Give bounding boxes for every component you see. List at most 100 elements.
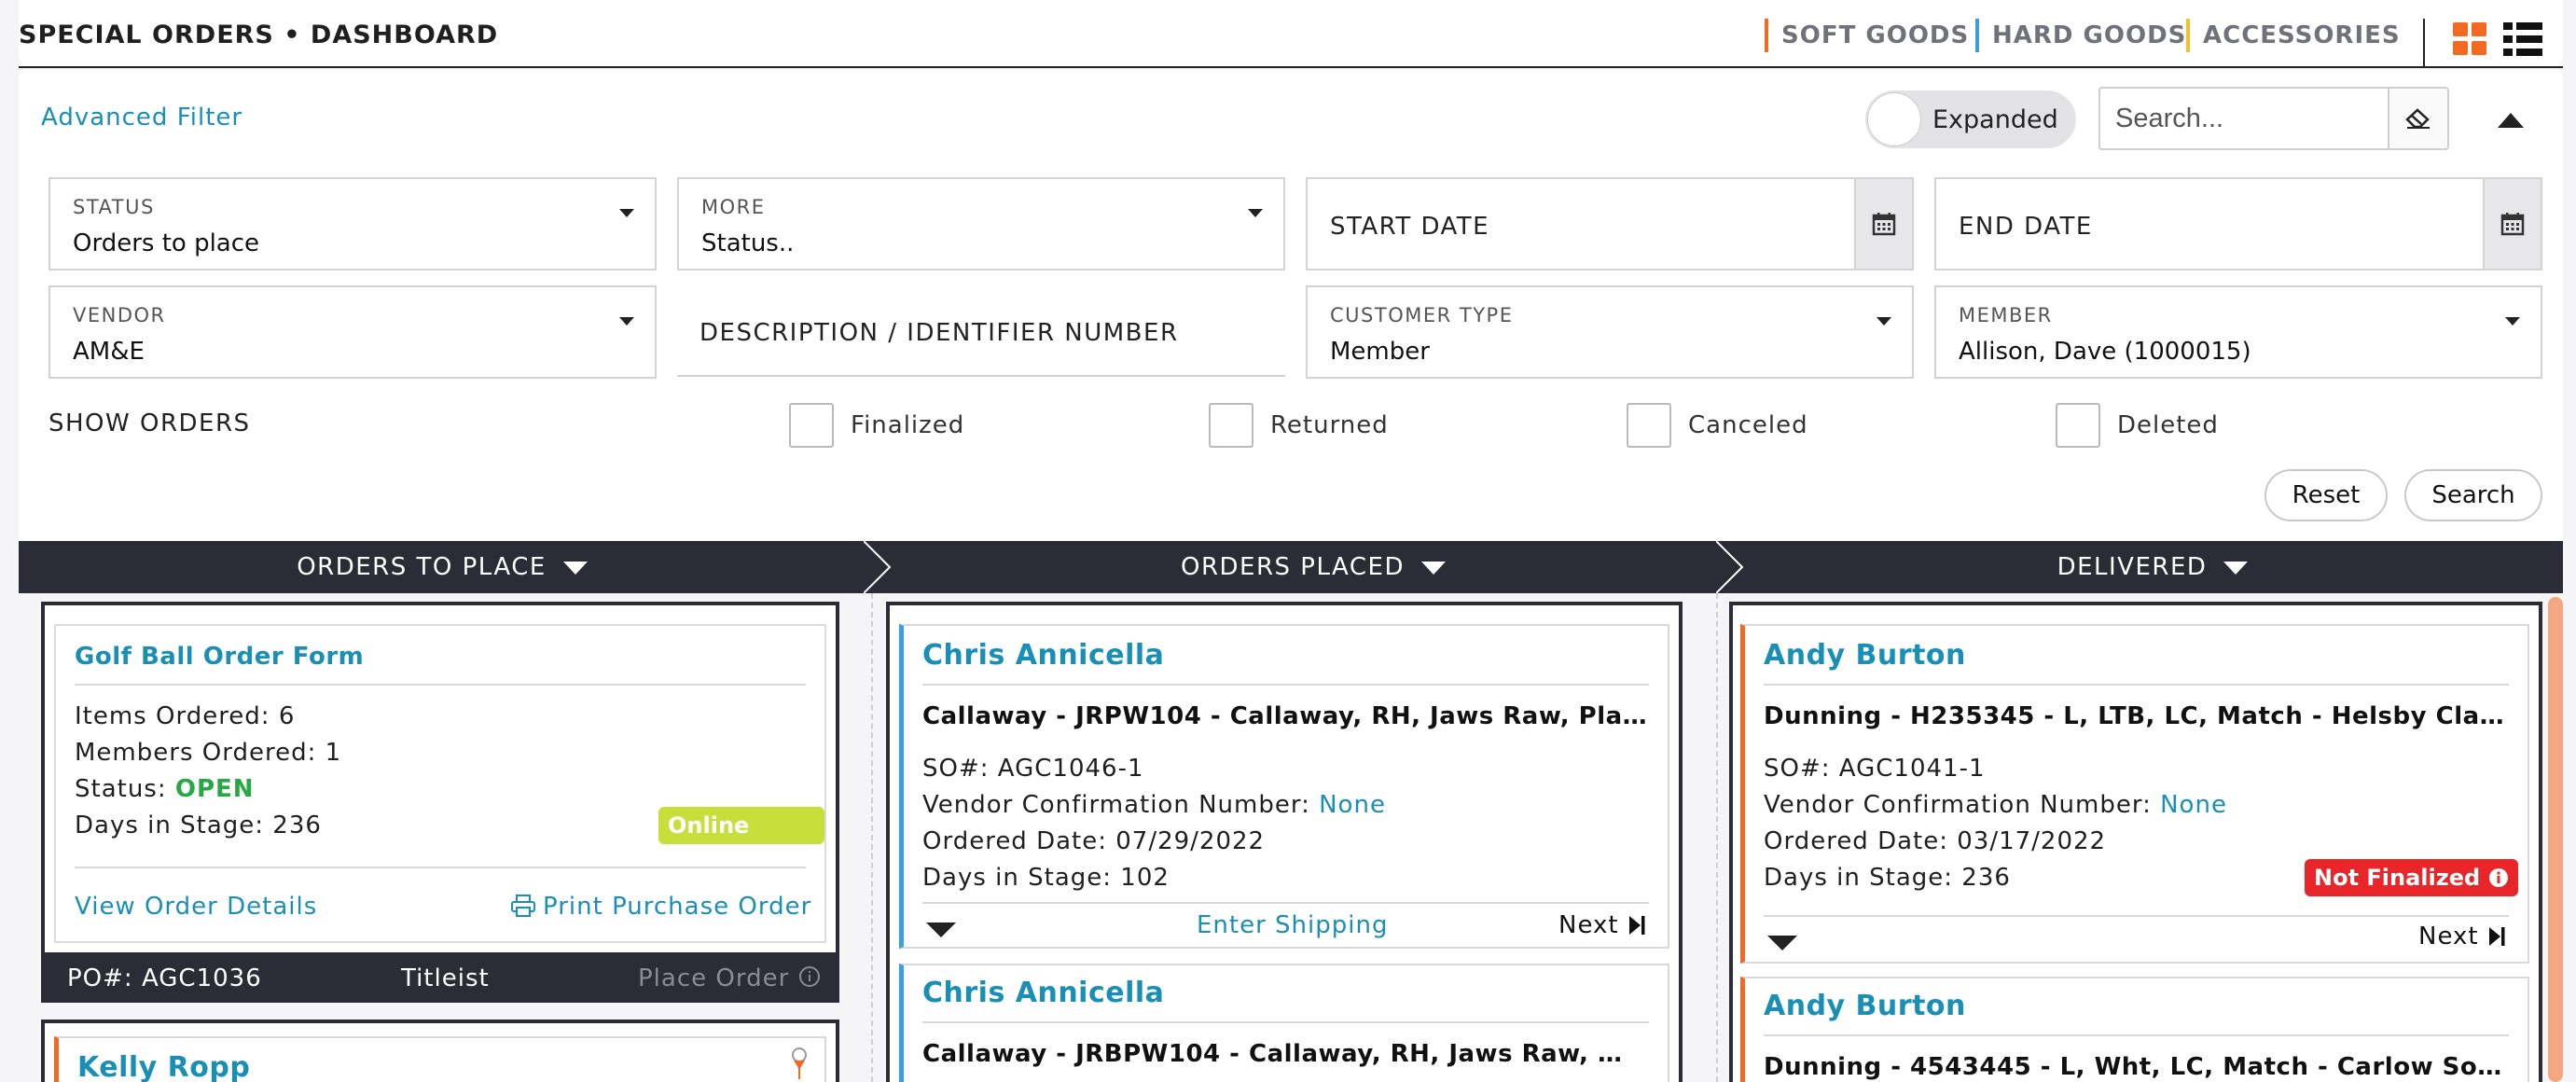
divider [922, 902, 1649, 904]
po-vendor: Titleist [401, 964, 490, 992]
vendor-select[interactable]: VENDOR AM&E [48, 285, 657, 379]
vcn-label: Vendor Confirmation Number: [1764, 791, 2161, 819]
divider [1764, 915, 2509, 917]
chevron-down-icon [1877, 317, 1891, 326]
place-order-button[interactable]: Place Order [638, 964, 821, 992]
customer-name[interactable]: Kelly Ropp [77, 1051, 250, 1082]
chevron-down-icon [619, 317, 634, 326]
print-purchase-order-link[interactable]: Print Purchase Order [511, 893, 811, 921]
order-card[interactable]: Andy Burton Dunning - 4543445 - L, Wht, … [1740, 977, 2529, 1082]
toggle-label: Expanded [1932, 105, 2058, 134]
app: SPECIAL ORDERS • DASHBOARD SOFT GOODS HA… [0, 0, 2576, 1082]
order-card[interactable]: Chris Annicella Callaway - JRPW104 - Cal… [899, 624, 1669, 949]
tab-accessories[interactable]: ACCESSORIES [2186, 19, 2401, 52]
expanded-toggle[interactable]: Expanded [1865, 90, 2076, 148]
canceled-checkbox[interactable] [1627, 403, 1671, 448]
scrollbar[interactable] [2548, 597, 2563, 1082]
status-select[interactable]: STATUS Orders to place [48, 177, 657, 270]
expand-caret-icon[interactable] [926, 922, 956, 937]
divider [75, 684, 806, 686]
order-form-title[interactable]: Golf Ball Order Form [75, 643, 364, 671]
description-input[interactable]: DESCRIPTION / IDENTIFIER NUMBER [677, 284, 1285, 377]
clear-search-button[interactable] [2388, 87, 2449, 150]
list-view-icon[interactable] [2503, 22, 2542, 56]
top-header: SPECIAL ORDERS • DASHBOARD SOFT GOODS HA… [19, 0, 2563, 68]
status-label: Status: [75, 775, 175, 803]
divider [75, 867, 806, 868]
stage-orders-to-place[interactable]: ORDERS TO PLACE [19, 541, 866, 593]
collapse-filter-icon[interactable] [2498, 113, 2524, 128]
order-card[interactable]: Kelly Ropp [54, 1036, 826, 1082]
tab-hard-goods[interactable]: HARD GOODS [1975, 19, 2186, 52]
more-status-select[interactable]: MORE Status.. [677, 177, 1285, 270]
next-button[interactable]: Next [2418, 922, 2506, 950]
order-group-kelly-ropp: Kelly Ropp [41, 1020, 839, 1082]
customer-type-value: Member [1330, 338, 1430, 366]
item-description: Callaway - JRPW104 - Callaway, RH, Jaws … [922, 702, 1649, 730]
calendar-icon[interactable] [1854, 179, 1912, 269]
vendor-value: AM&E [73, 338, 145, 366]
divider [1764, 1034, 2509, 1036]
customer-name[interactable]: Chris Annicella [922, 977, 1164, 1009]
returned-label: Returned [1270, 411, 1389, 439]
page-title: SPECIAL ORDERS • DASHBOARD [19, 21, 499, 49]
next-button[interactable]: Next [1558, 911, 1646, 939]
deleted-checkbox[interactable] [2056, 403, 2100, 448]
canceled-label: Canceled [1688, 411, 1808, 439]
po-number: PO#: AGC1036 [67, 964, 262, 992]
stage-bar: ORDERS TO PLACE ORDERS PLACED DELIVERED [19, 541, 2563, 593]
column-divider [1716, 593, 1718, 1082]
customer-name[interactable]: Chris Annicella [922, 639, 1164, 672]
tab-soft-goods[interactable]: SOFT GOODS [1765, 19, 1969, 52]
returned-checkbox[interactable] [1209, 403, 1253, 448]
status-label: STATUS [73, 196, 155, 218]
customer-name[interactable]: Andy Burton [1764, 990, 1966, 1022]
not-finalized-badge[interactable]: Not Finalized [2305, 859, 2518, 896]
calendar-icon[interactable] [2483, 179, 2541, 269]
search-input[interactable] [2098, 87, 2388, 150]
customer-type-label: CUSTOMER TYPE [1330, 304, 1514, 326]
member-value: Allison, Dave (1000015) [1959, 338, 2251, 366]
step-forward-icon [2488, 927, 2505, 946]
start-date-field[interactable]: START DATE [1306, 177, 1914, 270]
enter-shipping-link[interactable]: Enter Shipping [1197, 911, 1388, 939]
stage-delivered[interactable]: DELIVERED [1742, 541, 2563, 593]
ordered-date: Ordered Date: 03/17/2022 [1764, 827, 2107, 855]
stage-label: DELIVERED [2057, 553, 2208, 581]
reset-button[interactable]: Reset [2264, 469, 2388, 521]
eraser-icon [2405, 108, 2430, 129]
end-date-field[interactable]: END DATE [1934, 177, 2542, 270]
advanced-filter-link[interactable]: Advanced Filter [41, 104, 242, 132]
order-card[interactable]: Andy Burton Dunning - H235345 - L, LTB, … [1740, 624, 2529, 964]
description-label: DESCRIPTION / IDENTIFIER NUMBER [699, 319, 1179, 347]
printer-icon [511, 895, 535, 917]
order-card[interactable]: Chris Annicella Callaway - JRBPW104 - Ca… [899, 964, 1669, 1082]
start-date-label: START DATE [1330, 213, 1490, 241]
stage-label: ORDERS PLACED [1180, 553, 1405, 581]
member-select[interactable]: MEMBER Allison, Dave (1000015) [1934, 285, 2542, 379]
expand-caret-icon[interactable] [1767, 936, 1797, 950]
vcn-value[interactable]: None [1319, 791, 1386, 819]
badge-label: Not Finalized [2314, 865, 2481, 891]
so-number: SO#: AGC1041-1 [1764, 755, 1986, 783]
item-description: Dunning - 4543445 - L, Wht, LC, Match - … [1764, 1053, 2509, 1081]
customer-type-select[interactable]: CUSTOMER TYPE Member [1306, 285, 1914, 379]
ordered-date: Ordered Date: 07/29/2022 [922, 827, 1266, 855]
order-group-golf-ball: Golf Ball Order Form Items Ordered: 6 Me… [41, 602, 839, 1003]
vendor-label: VENDOR [73, 304, 166, 326]
view-order-details-link[interactable]: View Order Details [75, 893, 317, 921]
finalized-label: Finalized [851, 411, 965, 439]
finalized-checkbox[interactable] [789, 403, 834, 448]
search-button[interactable]: Search [2404, 469, 2542, 521]
customer-name[interactable]: Andy Burton [1764, 639, 1966, 672]
items-ordered: Items Ordered: 6 [75, 702, 296, 730]
order-status: Status: OPEN [75, 775, 255, 803]
status-value: Orders to place [73, 229, 260, 257]
next-label: Next [2418, 922, 2479, 950]
so-number: SO#: AGC1046-1 [922, 755, 1144, 783]
order-card[interactable]: Golf Ball Order Form Items Ordered: 6 Me… [54, 624, 826, 943]
deleted-label: Deleted [2117, 411, 2219, 439]
stage-orders-placed[interactable]: ORDERS PLACED [890, 541, 1737, 593]
grid-view-icon[interactable] [2453, 22, 2488, 56]
vcn-value[interactable]: None [2160, 791, 2227, 819]
